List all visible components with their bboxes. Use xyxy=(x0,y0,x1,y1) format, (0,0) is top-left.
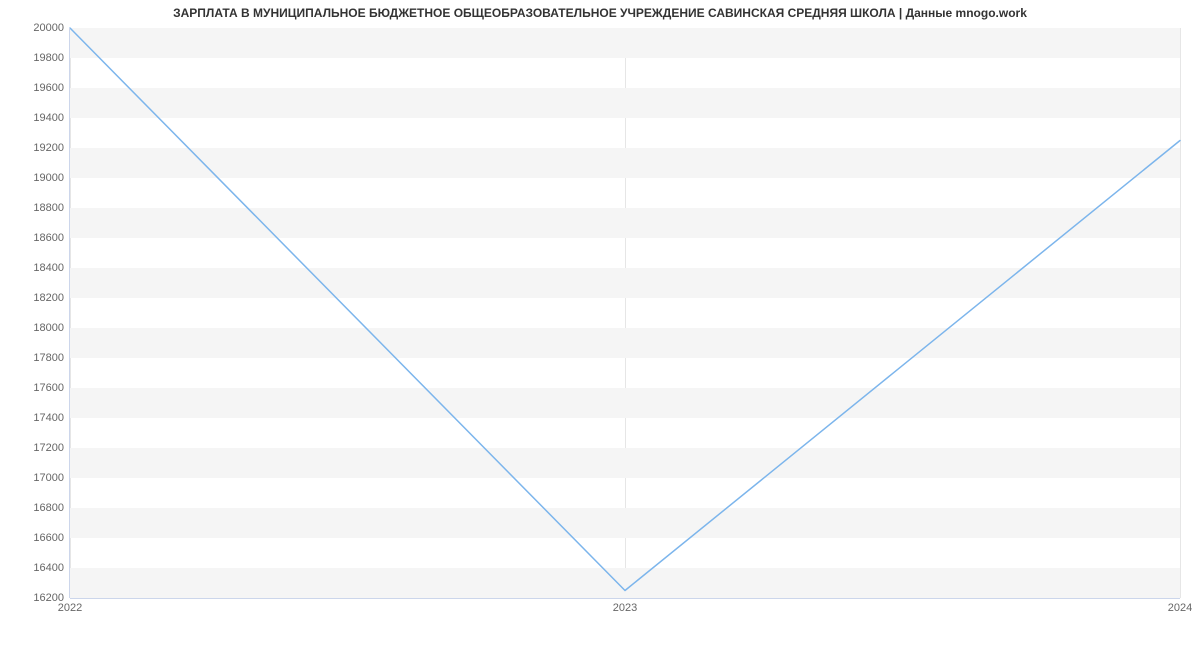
plot-area xyxy=(70,28,1180,598)
y-tick-label: 18000 xyxy=(4,322,64,334)
grid-line-v xyxy=(1180,28,1181,598)
y-tick-label: 17000 xyxy=(4,472,64,484)
y-tick-label: 19200 xyxy=(4,142,64,154)
y-tick-label: 16600 xyxy=(4,532,64,544)
y-axis-line xyxy=(69,28,70,598)
salary-line-chart: ЗАРПЛАТА В МУНИЦИПАЛЬНОЕ БЮДЖЕТНОЕ ОБЩЕО… xyxy=(0,0,1200,650)
y-tick-label: 17400 xyxy=(4,412,64,424)
y-tick-label: 20000 xyxy=(4,22,64,34)
series-svg xyxy=(70,28,1180,598)
x-tick-label: 2024 xyxy=(1168,602,1192,614)
x-axis-line xyxy=(70,598,1180,599)
y-tick-label: 19800 xyxy=(4,52,64,64)
y-tick-label: 18400 xyxy=(4,262,64,274)
y-tick-label: 18600 xyxy=(4,232,64,244)
x-tick-label: 2022 xyxy=(58,602,82,614)
y-tick-label: 18200 xyxy=(4,292,64,304)
chart-title: ЗАРПЛАТА В МУНИЦИПАЛЬНОЕ БЮДЖЕТНОЕ ОБЩЕО… xyxy=(0,6,1200,20)
series-line xyxy=(70,28,1180,591)
y-tick-label: 19600 xyxy=(4,82,64,94)
y-tick-label: 16200 xyxy=(4,592,64,604)
x-tick-label: 2023 xyxy=(613,602,637,614)
y-tick-label: 17200 xyxy=(4,442,64,454)
y-tick-label: 17600 xyxy=(4,382,64,394)
y-tick-label: 19400 xyxy=(4,112,64,124)
y-tick-label: 19000 xyxy=(4,172,64,184)
y-tick-label: 16400 xyxy=(4,562,64,574)
y-tick-label: 16800 xyxy=(4,502,64,514)
y-tick-label: 18800 xyxy=(4,202,64,214)
y-tick-label: 17800 xyxy=(4,352,64,364)
